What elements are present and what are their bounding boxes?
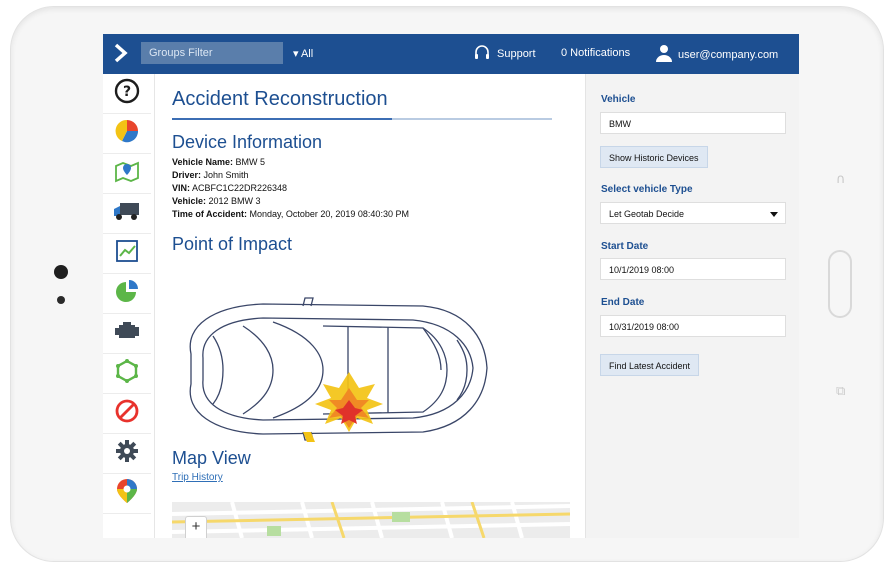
device-info-row: Vehicle: 2012 BMW 3 [172,196,261,206]
marketplace-icon [114,477,140,510]
engine-icon [113,320,141,347]
user-menu[interactable]: user@company.com [656,44,778,65]
menu-toggle-icon[interactable] [113,42,133,66]
point-of-impact-heading: Point of Impact [172,234,293,254]
sidebar-item-activity[interactable] [103,234,151,274]
start-date-label: Start Date [601,241,649,252]
app-screen: Groups Filter ▾ All Support 0 Notificati… [103,34,799,538]
end-date-field[interactable]: 10/31/2019 08:00 [600,315,786,337]
map-view-heading: Map View [172,448,251,468]
pie-chart-icon [114,118,140,149]
vehicle-impact-diagram [173,296,495,449]
device-info-heading: Device Information [172,132,323,152]
side-mark-icon: ∩ [836,172,846,187]
user-email: user@company.com [678,48,779,61]
sidebar-item-engine[interactable] [103,314,151,354]
sidebar-item-exceptions[interactable] [103,394,151,434]
device-info-row: VIN: ACBFC1C22DR226348 [172,183,288,193]
top-bar: Groups Filter ▾ All Support 0 Notificati… [103,34,799,74]
vehicle-label: Vehicle [601,94,636,105]
sidebar-item-map[interactable] [103,154,151,194]
headset-icon [473,44,491,65]
chevron-down-icon [770,212,778,217]
gear-icon [114,438,140,469]
help-icon: ? [114,78,140,109]
device-info-row: Driver: John Smith [172,170,249,180]
vehicle-type-value: Let Geotab Decide [609,209,685,219]
filter-panel: Vehicle BMW Show Historic Devices Select… [585,74,799,538]
camera-icon [54,265,68,279]
sidebar: ? [103,74,155,538]
sidebar-item-marketplace[interactable] [103,474,151,514]
start-date-field[interactable]: 10/1/2019 08:00 [600,258,786,280]
block-icon [114,398,140,429]
svg-text:?: ? [123,84,131,100]
pie-pin-icon [114,278,140,309]
sidebar-item-dashboard[interactable] [103,114,151,154]
side-copy-icon: ⧉ [836,384,846,399]
show-historic-devices-button[interactable]: Show Historic Devices [600,146,708,168]
sidebar-item-zones[interactable] [103,354,151,394]
vehicle-type-label: Select vehicle Type [601,184,693,195]
sidebar-item-settings[interactable] [103,434,151,474]
map-view[interactable] [172,502,570,538]
end-date-label: End Date [601,297,645,308]
home-button [828,250,852,318]
support-label: Support [497,48,536,60]
vehicle-type-select[interactable]: Let Geotab Decide [600,202,786,224]
support-link[interactable]: Support [473,44,536,64]
zoom-out-button[interactable]: − [186,537,206,538]
trip-history-link[interactable]: Trip History [172,472,223,483]
groups-dropdown[interactable]: ▾ All [293,47,313,60]
device-info-row: Time of Accident: Monday, October 20, 20… [172,209,409,219]
truck-icon [113,200,141,227]
activity-chart-icon [114,238,140,269]
map-pin-icon [114,158,140,189]
map-zoom-control: + − [185,516,207,538]
sidebar-item-vehicles[interactable] [103,194,151,234]
vehicle-field[interactable]: BMW [600,112,786,134]
page-title: Accident Reconstruction [172,88,388,110]
notifications-link[interactable]: 0 Notifications [561,47,630,59]
zone-icon [114,358,140,389]
title-divider-accent [172,118,392,120]
device-info-row: Vehicle Name: BMW 5 [172,157,266,167]
zoom-in-button[interactable]: + [186,517,206,537]
device-info-list: Vehicle Name: BMW 5 Driver: John Smith V… [172,156,409,221]
find-latest-accident-button[interactable]: Find Latest Accident [600,354,700,376]
sidebar-item-help[interactable]: ? [103,74,151,114]
sidebar-item-reports[interactable] [103,274,151,314]
groups-filter-input[interactable]: Groups Filter [141,42,283,64]
sensor-icon [57,296,65,304]
main-content: Accident Reconstruction Device Informati… [155,74,585,538]
user-icon [656,44,672,65]
